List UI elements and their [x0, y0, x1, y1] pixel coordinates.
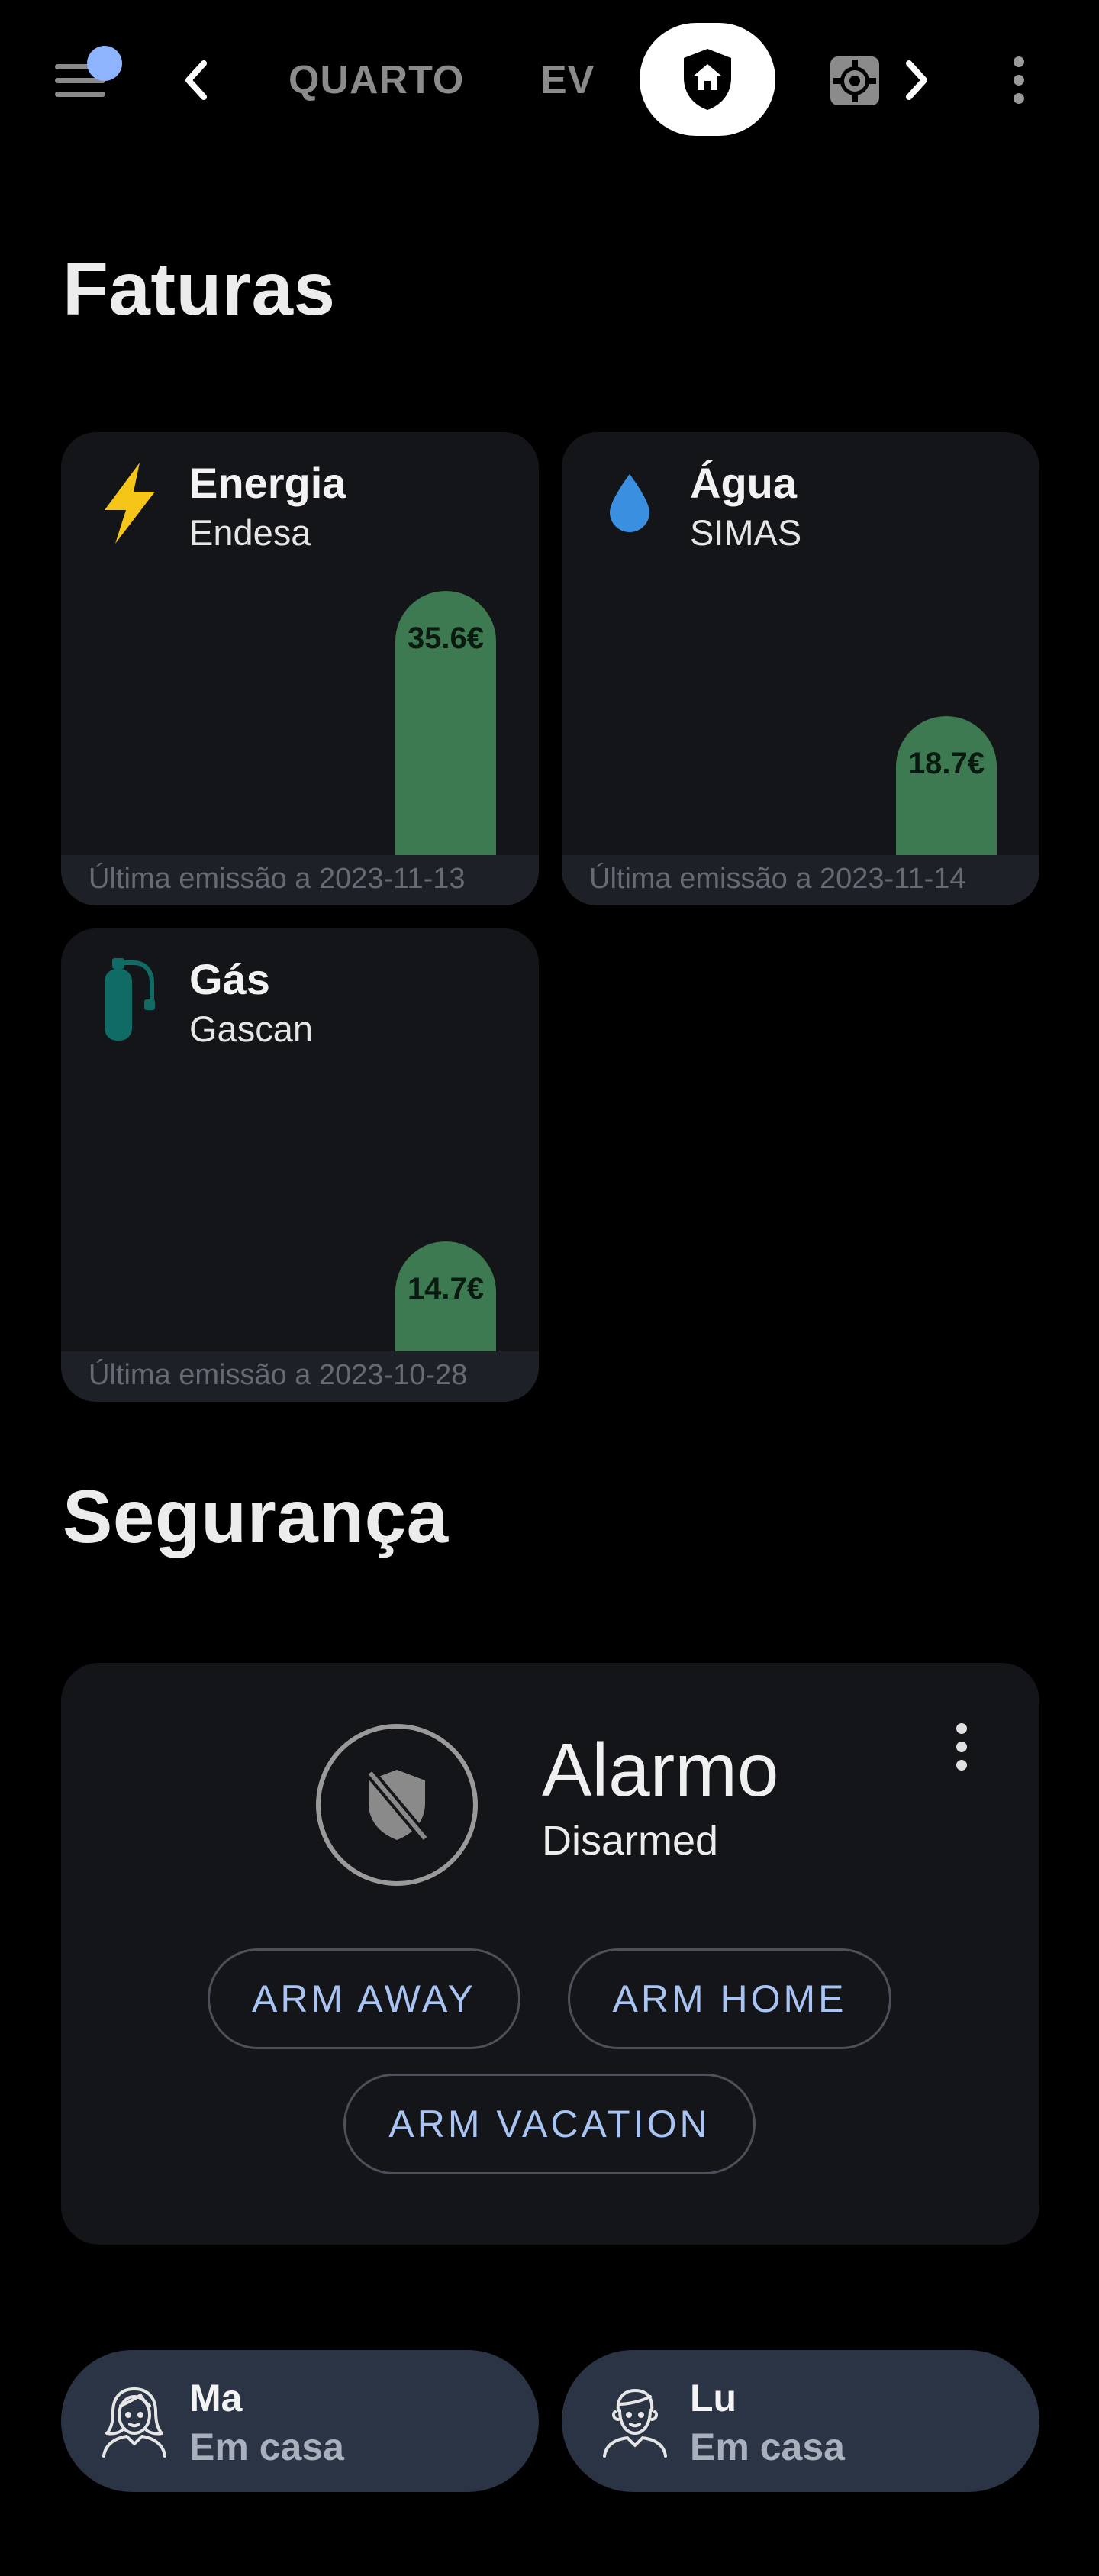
- gas-cylinder-icon: [96, 957, 162, 1041]
- bill-last-issued: Última emissão a 2023-11-13: [61, 855, 539, 905]
- alarm-card: Alarmo Disarmed ARM AWAY ARM HOME ARM VA…: [61, 1663, 1039, 2245]
- tab-quarto[interactable]: QUARTO: [288, 47, 464, 113]
- home-shield-icon: [684, 49, 731, 110]
- person-name: Ma: [189, 2377, 243, 2419]
- alarm-name: Alarmo: [542, 1728, 779, 1812]
- bill-last-issued: Última emissão a 2023-10-28: [61, 1351, 539, 1402]
- bill-card-gas[interactable]: Gás Gascan 14.7€ Última emissão a 2023-1…: [61, 928, 539, 1402]
- bill-name: Água: [690, 459, 797, 507]
- alarm-state: Disarmed: [542, 1818, 719, 1864]
- bill-card-agua[interactable]: Água SIMAS 18.7€ Última emissão a 2023-1…: [562, 432, 1039, 905]
- arm-away-button[interactable]: ARM AWAY: [208, 1948, 520, 2049]
- bill-amount: 35.6€: [407, 621, 485, 655]
- bill-bar: 35.6€: [395, 591, 496, 855]
- bill-provider: SIMAS: [690, 512, 802, 553]
- bill-last-issued: Última emissão a 2023-11-14: [562, 855, 1039, 905]
- woman-avatar-icon: [96, 2379, 172, 2463]
- bill-provider: Gascan: [189, 1009, 313, 1049]
- shield-off-icon[interactable]: [316, 1724, 478, 1886]
- person-name: Lu: [690, 2377, 737, 2419]
- bill-card-energia[interactable]: Energia Endesa 35.6€ Última emissão a 20…: [61, 432, 539, 905]
- person-state: Em casa: [690, 2426, 845, 2468]
- bills-section-title: Faturas: [63, 247, 336, 331]
- arm-home-button[interactable]: ARM HOME: [568, 1948, 891, 2049]
- gear-icon[interactable]: [824, 50, 885, 111]
- bill-name: Gás: [189, 955, 270, 1003]
- person-chip-lu[interactable]: Lu Em casa: [562, 2350, 1039, 2492]
- water-drop-icon: [597, 461, 662, 545]
- chevron-right-icon[interactable]: [894, 46, 940, 115]
- tab-home-security[interactable]: [640, 23, 775, 136]
- person-chip-ma[interactable]: Ma Em casa: [61, 2350, 539, 2492]
- arm-vacation-button[interactable]: ARM VACATION: [343, 2074, 756, 2174]
- bill-bar: 14.7€: [395, 1241, 496, 1351]
- lightning-icon: [96, 461, 162, 545]
- tab-ev[interactable]: EV: [540, 47, 595, 113]
- chevron-left-icon[interactable]: [172, 46, 218, 115]
- man-avatar-icon: [597, 2379, 673, 2463]
- notification-badge: [87, 46, 122, 81]
- bill-name: Energia: [189, 459, 346, 507]
- bill-amount: 14.7€: [407, 1272, 485, 1306]
- menu-icon[interactable]: [46, 46, 122, 115]
- person-state: Em casa: [189, 2426, 344, 2468]
- more-vertical-icon[interactable]: [1000, 46, 1038, 115]
- bill-bar: 18.7€: [896, 716, 997, 855]
- security-section-title: Segurança: [63, 1474, 449, 1558]
- bill-amount: 18.7€: [907, 747, 985, 780]
- top-navigation-bar: QUARTO EV: [0, 0, 1099, 160]
- bill-provider: Endesa: [189, 512, 311, 553]
- more-vertical-icon[interactable]: [946, 1716, 977, 1777]
